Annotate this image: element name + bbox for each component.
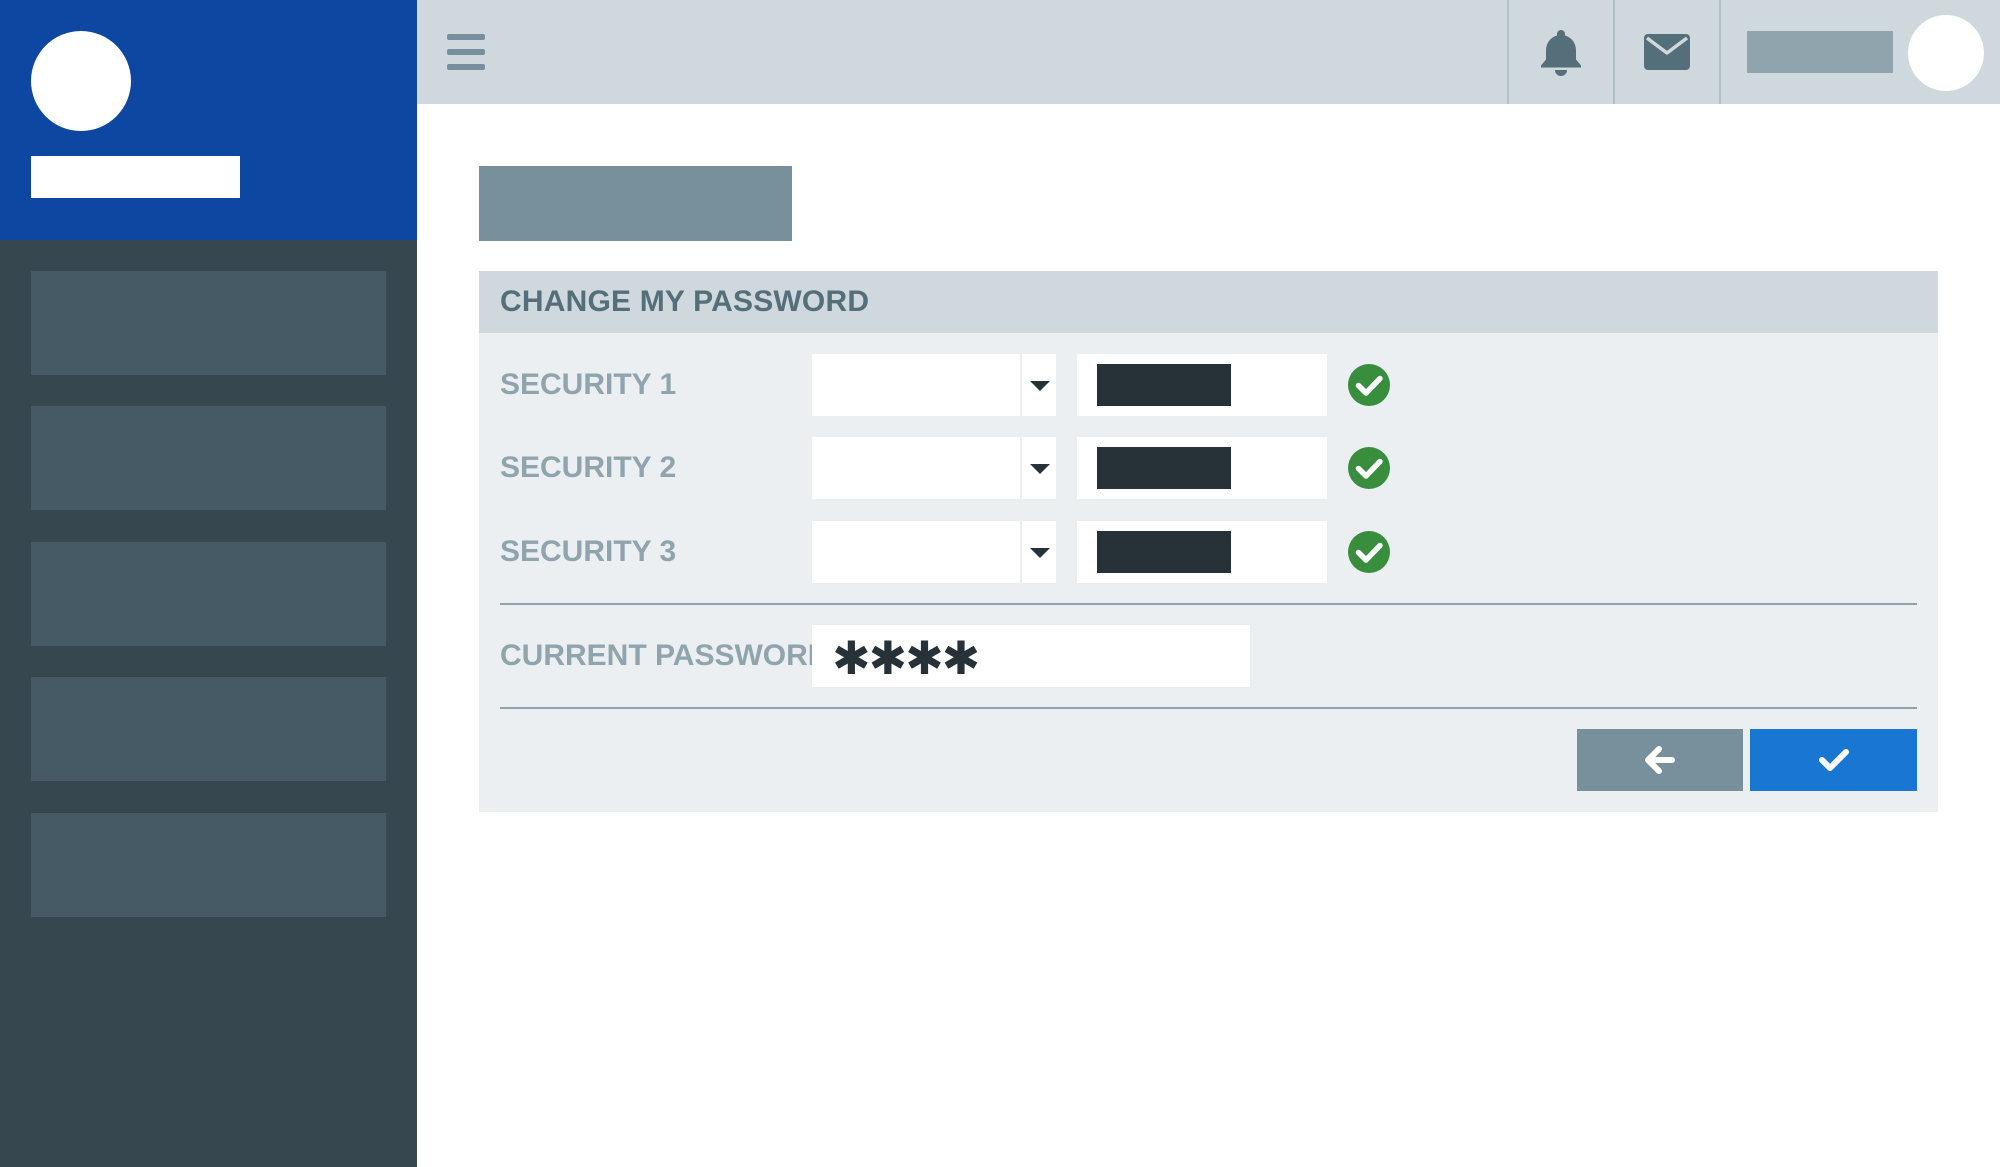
masked-answer	[1097, 447, 1231, 489]
sidebar-item-4[interactable]	[31, 677, 386, 781]
password-value: ✱✱✱✱	[832, 632, 980, 684]
topbar-divider	[1719, 0, 1721, 104]
sidebar-item-3[interactable]	[31, 542, 386, 646]
user-avatar[interactable]	[1908, 15, 1984, 91]
security-1-label: SECURITY 1	[500, 368, 677, 401]
security-2-answer-input[interactable]	[1077, 437, 1327, 499]
page-title-placeholder	[479, 166, 792, 241]
check-circle-icon	[1348, 447, 1390, 489]
top-bar	[417, 0, 2000, 104]
current-password-input[interactable]: ✱✱✱✱	[812, 625, 1250, 687]
sidebar	[0, 0, 417, 1167]
menu-icon[interactable]	[447, 34, 485, 70]
security-3-label: SECURITY 3	[500, 535, 677, 568]
caret-down-icon	[1030, 381, 1050, 391]
caret-down-icon	[1030, 548, 1050, 558]
security-2-label: SECURITY 2	[500, 451, 677, 484]
sidebar-avatar[interactable]	[31, 31, 131, 131]
panel-header: CHANGE MY PASSWORD	[479, 271, 1938, 333]
caret-down-icon	[1030, 464, 1050, 474]
panel-title: CHANGE MY PASSWORD	[500, 285, 870, 318]
masked-answer	[1097, 531, 1231, 573]
confirm-button[interactable]	[1750, 729, 1917, 791]
bell-icon	[1541, 30, 1581, 76]
sidebar-item-5[interactable]	[31, 813, 386, 917]
security-2-question-select[interactable]	[812, 437, 1056, 499]
check-circle-icon	[1348, 531, 1390, 573]
divider	[500, 603, 1917, 605]
divider	[500, 707, 1917, 709]
back-button[interactable]	[1577, 729, 1743, 791]
check-circle-icon	[1348, 364, 1390, 406]
current-password-label: CURRENT PASSWORD	[500, 639, 830, 672]
sidebar-item-1[interactable]	[31, 271, 386, 375]
checkmark-icon	[1818, 749, 1849, 771]
security-3-answer-input[interactable]	[1077, 521, 1327, 583]
security-3-question-select[interactable]	[812, 521, 1056, 583]
notifications-button[interactable]	[1509, 0, 1613, 104]
arrow-left-icon	[1645, 746, 1675, 774]
envelope-icon	[1644, 34, 1690, 70]
sidebar-profile-header	[0, 0, 417, 240]
masked-answer	[1097, 364, 1231, 406]
messages-button[interactable]	[1615, 0, 1719, 104]
topbar-username-placeholder[interactable]	[1747, 31, 1893, 73]
sidebar-item-2[interactable]	[31, 406, 386, 510]
security-1-answer-input[interactable]	[1077, 354, 1327, 416]
change-password-panel: CHANGE MY PASSWORD SECURITY 1 SECURITY 2…	[479, 271, 1938, 812]
security-1-question-select[interactable]	[812, 354, 1056, 416]
sidebar-username-placeholder	[31, 156, 240, 198]
